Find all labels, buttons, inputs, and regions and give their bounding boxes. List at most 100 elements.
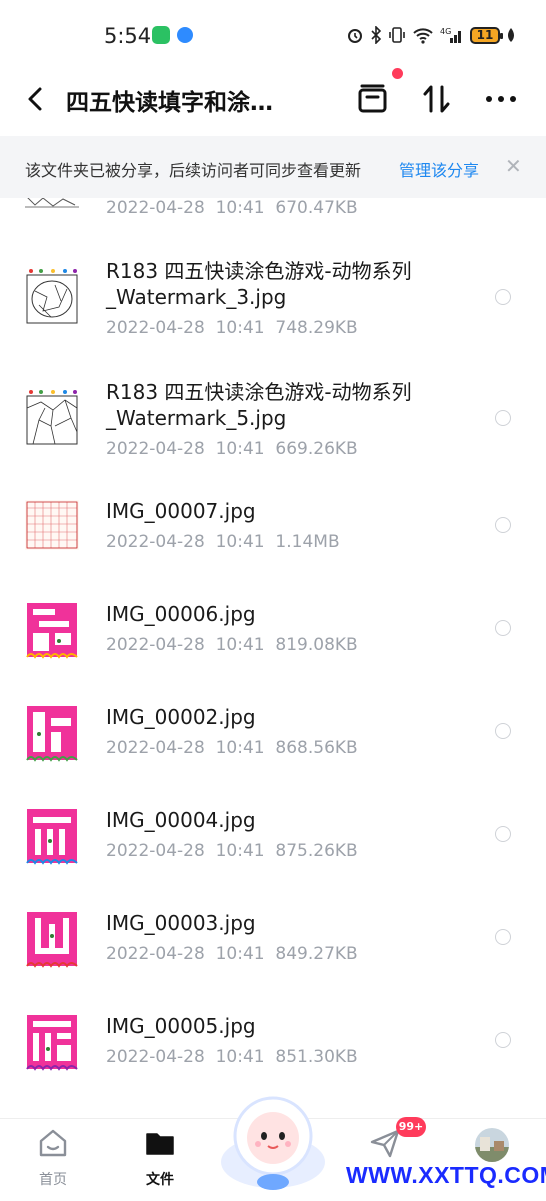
file-time: 10:41 xyxy=(215,841,265,861)
file-date: 2022-04-28 xyxy=(106,944,205,964)
file-meta: 2022-04-28 10:41 868.56KB xyxy=(106,738,358,758)
sort-icon[interactable] xyxy=(420,82,454,116)
file-thumbnail xyxy=(25,388,79,446)
file-time: 10:41 xyxy=(215,738,265,758)
select-radio[interactable] xyxy=(495,826,511,842)
file-time: 10:41 xyxy=(215,318,265,338)
file-time: 10:41 xyxy=(215,198,265,218)
file-thumbnail xyxy=(25,267,79,325)
list-item[interactable]: R183 四五快读涂色游戏-动物系列_Watermark_5.jpg 2022-… xyxy=(0,371,546,491)
file-date: 2022-04-28 xyxy=(106,635,205,655)
list-item[interactable]: IMG_00004.jpg 2022-04-28 10:41 875.26KB xyxy=(0,801,546,901)
wifi-icon xyxy=(413,28,433,44)
file-size: 1.14MB xyxy=(275,532,340,552)
file-meta: 2022-04-28 10:41 819.08KB xyxy=(106,635,358,655)
tab-home-label: 首页 xyxy=(39,1172,67,1188)
file-name: R183 四五快读涂色游戏-动物系列_Watermark_5.jpg xyxy=(106,380,412,430)
message-notification-icon xyxy=(177,27,193,43)
status-time: 5:54 xyxy=(104,24,152,48)
file-meta: 2022-04-28 10:41 670.47KB xyxy=(106,198,358,218)
file-size: 868.56KB xyxy=(275,738,358,758)
vibrate-icon xyxy=(389,27,405,43)
file-thumbnail xyxy=(25,500,79,550)
select-radio[interactable] xyxy=(495,410,511,426)
select-radio[interactable] xyxy=(495,1032,511,1048)
close-icon[interactable]: ✕ xyxy=(505,156,522,176)
file-thumbnail xyxy=(25,601,79,659)
back-icon[interactable] xyxy=(20,82,52,116)
notification-dot xyxy=(392,68,403,79)
file-time: 10:41 xyxy=(215,944,265,964)
svg-text:4G: 4G xyxy=(440,27,451,36)
file-name: IMG_00006.jpg xyxy=(106,602,256,626)
status-icons: 4G 11 xyxy=(346,24,516,46)
tab-files-label: 文件 xyxy=(146,1172,174,1188)
share-badge: 99+ xyxy=(396,1117,426,1137)
file-name: IMG_00004.jpg xyxy=(106,808,256,832)
file-time: 10:41 xyxy=(215,439,265,459)
file-size: 819.08KB xyxy=(275,635,358,655)
file-date: 2022-04-28 xyxy=(106,198,205,218)
status-bar: 5:54 4G 11 xyxy=(0,0,546,68)
tab-files[interactable]: 文件 xyxy=(125,1119,195,1201)
wechat-notification-icon xyxy=(152,26,170,44)
file-name: R183 四五快读涂色游戏-动物系列_Watermark_3.jpg xyxy=(106,259,412,309)
file-date: 2022-04-28 xyxy=(106,738,205,758)
tab-home[interactable]: 首页 xyxy=(18,1119,88,1201)
file-meta: 2022-04-28 10:41 849.27KB xyxy=(106,944,358,964)
list-item[interactable]: 2022-04-28 10:41 670.47KB xyxy=(0,198,546,236)
file-size: 875.26KB xyxy=(275,841,358,861)
file-date: 2022-04-28 xyxy=(106,532,205,552)
bluetooth-icon xyxy=(371,26,382,44)
select-radio[interactable] xyxy=(495,929,511,945)
select-radio[interactable] xyxy=(495,517,511,533)
file-date: 2022-04-28 xyxy=(106,318,205,338)
list-item[interactable]: IMG_00003.jpg 2022-04-28 10:41 849.27KB xyxy=(0,904,546,1004)
list-item[interactable]: IMG_00007.jpg 2022-04-28 10:41 1.14MB xyxy=(0,492,546,592)
home-icon xyxy=(39,1129,67,1157)
file-meta: 2022-04-28 10:41 851.30KB xyxy=(106,1047,358,1067)
page-title: 四五快读填字和涂… xyxy=(66,90,273,116)
file-time: 10:41 xyxy=(215,1047,265,1067)
share-banner: 该文件夹已被分享，后续访问者可同步查看更新 管理该分享 ✕ xyxy=(0,136,546,198)
manage-share-link[interactable]: 管理该分享 xyxy=(399,157,479,181)
site-watermark: WWW.XXTTQ.COM xyxy=(346,1162,546,1188)
select-radio[interactable] xyxy=(495,289,511,305)
leaf-icon xyxy=(508,28,514,42)
file-time: 10:41 xyxy=(215,532,265,552)
file-meta: 2022-04-28 10:41 748.29KB xyxy=(106,318,358,338)
list-item[interactable]: IMG_00002.jpg 2022-04-28 10:41 868.56KB xyxy=(0,698,546,798)
file-thumbnail xyxy=(25,807,79,865)
file-thumbnail xyxy=(25,704,79,762)
file-thumbnail xyxy=(25,1013,79,1071)
file-date: 2022-04-28 xyxy=(106,841,205,861)
file-meta: 2022-04-28 10:41 1.14MB xyxy=(106,532,340,552)
file-list: 2022-04-28 10:41 670.47KB R183 四五快读涂色游戏-… xyxy=(0,198,546,1118)
share-banner-text: 该文件夹已被分享，后续访问者可同步查看更新 xyxy=(25,161,362,180)
file-size: 669.26KB xyxy=(275,439,358,459)
file-size: 851.30KB xyxy=(275,1047,358,1067)
select-radio[interactable] xyxy=(495,620,511,636)
list-item[interactable]: IMG_00006.jpg 2022-04-28 10:41 819.08KB xyxy=(0,595,546,695)
avatar xyxy=(475,1128,509,1162)
file-size: 670.47KB xyxy=(275,198,358,218)
select-box-icon[interactable] xyxy=(356,82,390,116)
file-date: 2022-04-28 xyxy=(106,439,205,459)
file-name: IMG_00005.jpg xyxy=(106,1014,256,1038)
file-time: 10:41 xyxy=(215,635,265,655)
file-name: IMG_00002.jpg xyxy=(106,705,256,729)
alarm-icon xyxy=(348,29,362,43)
more-icon[interactable] xyxy=(484,82,518,116)
mascot-assistant-button[interactable] xyxy=(218,1088,328,1192)
file-thumbnail xyxy=(25,910,79,968)
list-item[interactable]: R183 四五快读涂色游戏-动物系列_Watermark_3.jpg 2022-… xyxy=(0,250,546,370)
top-nav: 四五快读填字和涂… xyxy=(0,68,546,132)
file-size: 849.27KB xyxy=(275,944,358,964)
signal-icon: 4G xyxy=(440,27,461,43)
folder-icon xyxy=(146,1133,174,1155)
battery-indicator: 11 xyxy=(470,26,503,44)
file-meta: 2022-04-28 10:41 875.26KB xyxy=(106,841,358,861)
file-date: 2022-04-28 xyxy=(106,1047,205,1067)
select-radio[interactable] xyxy=(495,723,511,739)
file-name: IMG_00007.jpg xyxy=(106,499,256,523)
